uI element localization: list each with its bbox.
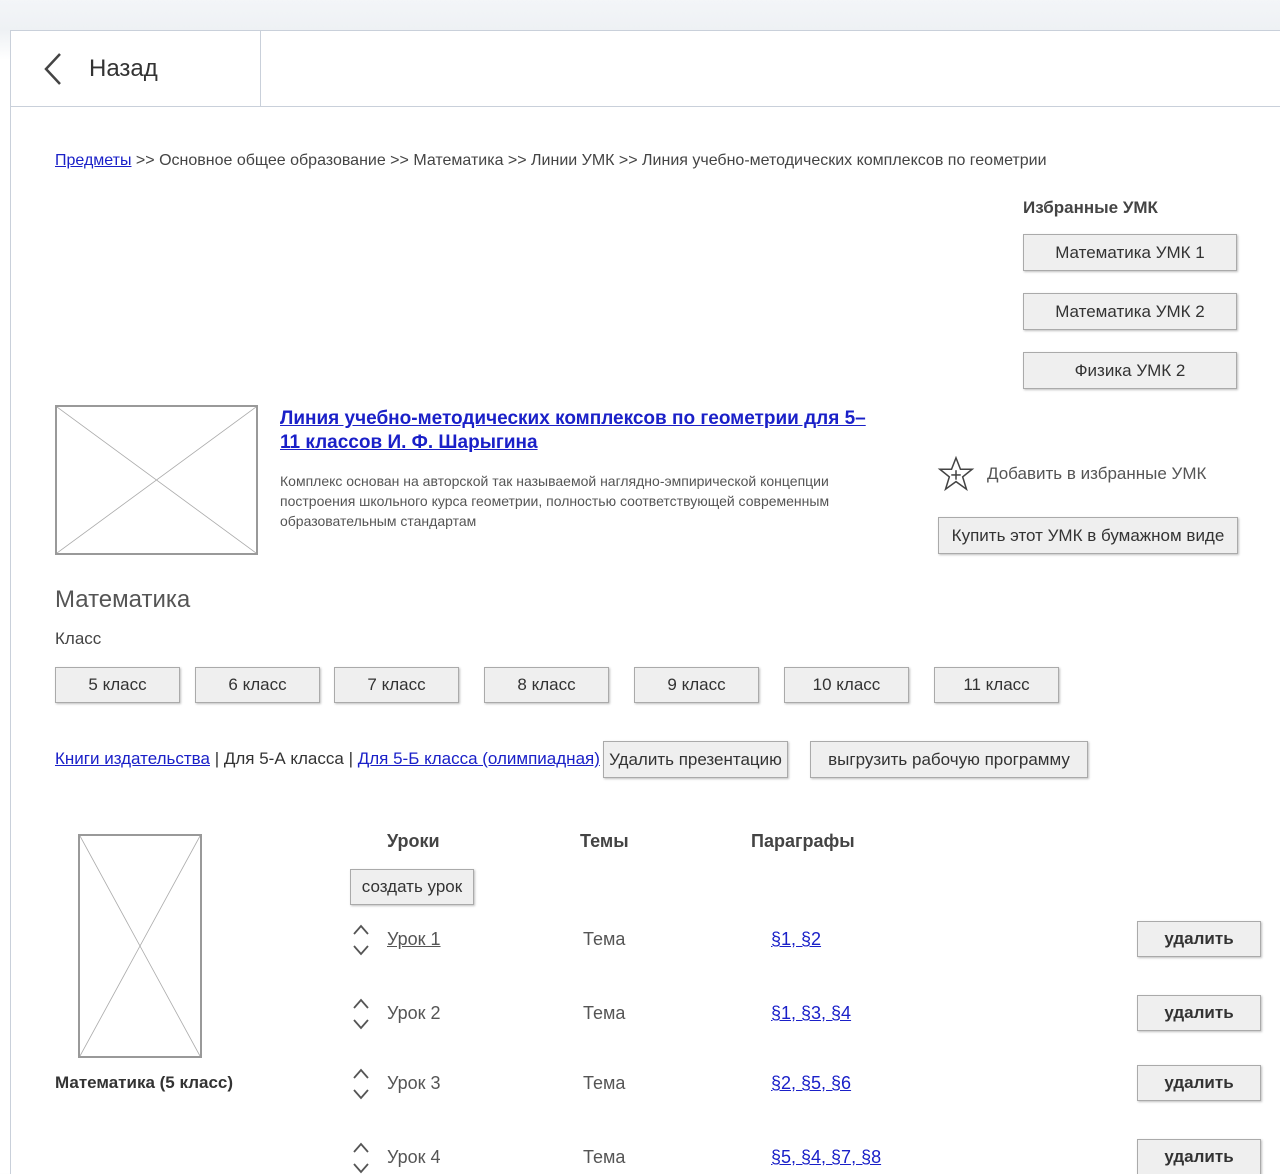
tab-separator: | [343,749,358,768]
table-row: Урок 2 Тема §1, §3, §4 удалить [11,994,1280,1034]
lesson-name: Урок 4 [387,1147,441,1167]
lesson-theme: Тема [583,1003,626,1023]
class-button-10[interactable]: 10 класс [784,667,909,703]
favorite-item-3[interactable]: Физика УМК 2 [1023,352,1237,389]
lesson-theme: Тема [583,929,626,949]
table-row: Урок 4 Тема §5, §4, §7, §8 удалить [11,1138,1280,1174]
create-lesson-button[interactable]: создать урок [350,869,474,905]
add-to-favorites[interactable]: Добавить в избранные УМК [937,455,1206,493]
delete-presentation-button[interactable]: Удалить презентацию [603,741,788,778]
lesson-paragraphs-link[interactable]: §1, §3, §4 [771,1003,851,1024]
tab-separator: | [209,749,224,768]
class-button-7[interactable]: 7 класс [334,667,459,703]
tab-publisher-books[interactable]: Книги издательства [55,749,210,768]
reorder-arrows-icon[interactable] [350,994,372,1034]
image-placeholder-icon [57,407,256,553]
star-plus-icon [937,455,975,492]
reorder-arrows-icon[interactable] [350,920,372,960]
back-label: Назад [89,55,158,82]
class-button-11[interactable]: 11 класс [934,667,1059,703]
favorite-item-2[interactable]: Математика УМК 2 [1023,293,1237,330]
subject-title: Математика [55,586,191,613]
delete-lesson-button[interactable]: удалить [1137,921,1261,957]
breadcrumb-link-subjects[interactable]: Предметы [55,152,131,169]
class-label: Класс [55,629,102,648]
lesson-name: Урок 2 [387,1003,441,1023]
app-frame: Назад Предметы >> Основное общее образов… [10,30,1280,1174]
add-to-favorites-label: Добавить в избранные УМК [987,464,1207,483]
tab-class-5b[interactable]: Для 5-Б класса (олимпиадная) [358,749,600,768]
chevron-left-icon [44,53,61,85]
delete-lesson-button[interactable]: удалить [1137,1139,1261,1174]
lesson-theme: Тема [583,1147,626,1167]
column-header-lessons: Уроки [387,831,440,851]
course-title-link[interactable]: Линия учебно-методических комплексов по … [280,407,880,455]
favorites-title: Избранные УМК [1023,198,1158,217]
back-button[interactable]: Назад [11,31,261,107]
class-button-6[interactable]: 6 класс [195,667,320,703]
lesson-name: Урок 3 [387,1073,441,1093]
column-header-themes: Темы [580,831,629,851]
lesson-name-link[interactable]: Урок 1 [387,929,441,950]
tab-class-5a[interactable]: Для 5-А класса [224,749,344,768]
top-bar: Назад [11,31,1280,107]
table-row: Урок 1 Тема §1, §2 удалить [11,920,1280,960]
class-button-5[interactable]: 5 класс [55,667,180,703]
class-button-9[interactable]: 9 класс [634,667,759,703]
buy-paper-button[interactable]: Купить этот УМК в бумажном виде [938,517,1238,554]
column-header-paragraphs: Параграфы [751,831,855,851]
course-description: Комплекс основан на авторской так называ… [280,473,830,529]
tabs-row: Книги издательства | Для 5-А класса | Дл… [55,749,600,769]
breadcrumb-path: >> Основное общее образование >> Математ… [131,152,1047,169]
class-button-8[interactable]: 8 класс [484,667,609,703]
delete-lesson-button[interactable]: удалить [1137,995,1261,1031]
table-row: Урок 3 Тема §2, §5, §6 удалить [11,1064,1280,1104]
lesson-paragraphs-link[interactable]: §1, §2 [771,929,821,950]
lesson-paragraphs-link[interactable]: §5, §4, §7, §8 [771,1147,881,1168]
course-cover-image [55,405,258,555]
export-program-button[interactable]: выгрузить рабочую программу [810,741,1088,778]
reorder-arrows-icon[interactable] [350,1064,372,1104]
delete-lesson-button[interactable]: удалить [1137,1065,1261,1101]
breadcrumb: Предметы >> Основное общее образование >… [55,152,1047,170]
lesson-paragraphs-link[interactable]: §2, §5, §6 [771,1073,851,1094]
favorite-item-1[interactable]: Математика УМК 1 [1023,234,1237,271]
reorder-arrows-icon[interactable] [350,1138,372,1174]
lesson-theme: Тема [583,1073,626,1093]
